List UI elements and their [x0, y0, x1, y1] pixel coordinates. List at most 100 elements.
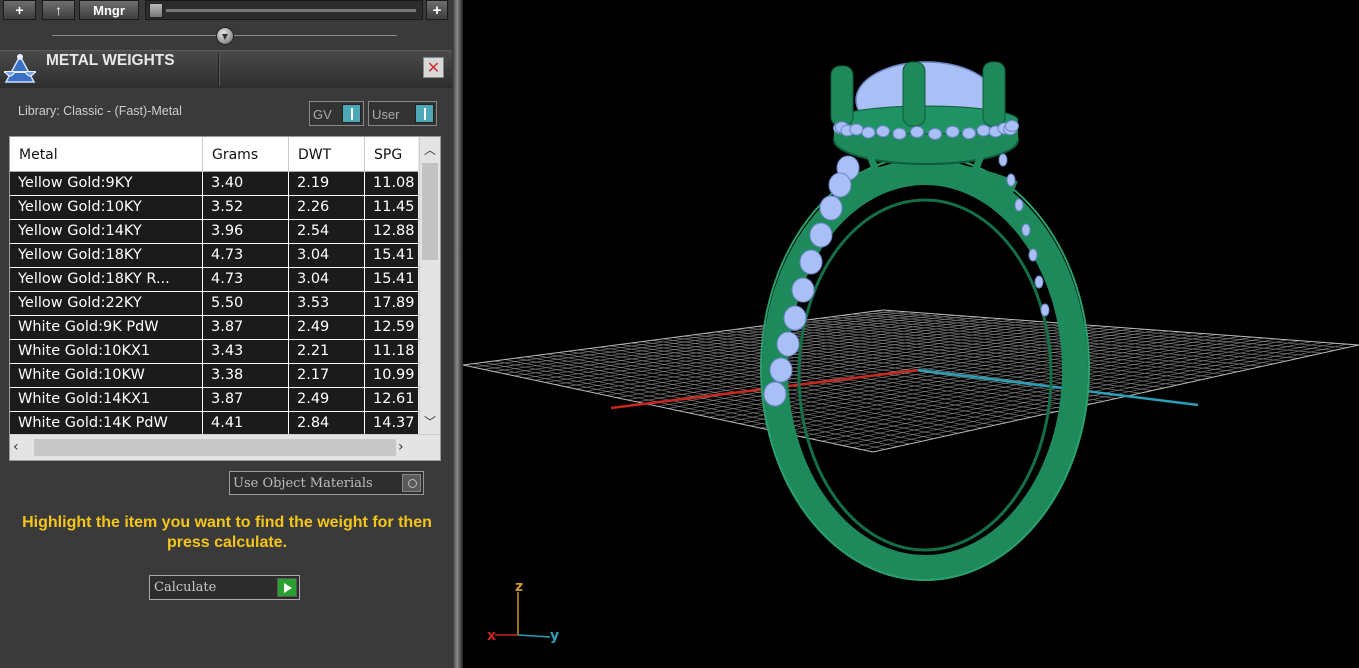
side-stone [1021, 223, 1031, 237]
side-stone [791, 277, 815, 303]
side-stone [783, 305, 807, 331]
slider-thumb[interactable] [149, 3, 163, 18]
table-row[interactable]: White Gold:10KX1 3.43 2.21 11.18 [10, 340, 418, 364]
cell-grams: 3.52 [203, 196, 289, 219]
gv-toggle[interactable]: GV [309, 101, 364, 126]
cell-dwt: 2.54 [289, 220, 365, 243]
collapse-knob-icon[interactable]: ▼ [216, 27, 234, 45]
vertical-scroll-thumb[interactable] [422, 163, 438, 260]
toggle-switch-icon[interactable] [342, 104, 361, 123]
use-object-materials-option[interactable]: Use Object Materials [229, 471, 424, 495]
close-icon[interactable]: ✕ [423, 57, 444, 78]
cell-dwt: 3.04 [289, 268, 365, 291]
column-header-metal[interactable]: Metal [10, 137, 203, 172]
table-body: Yellow Gold:9KY 3.40 2.19 11.08 Yellow Gold:… [10, 172, 418, 434]
side-stone [776, 331, 800, 357]
add-button[interactable]: + [3, 0, 36, 20]
table-row[interactable]: Yellow Gold:18KY R... 4.73 3.04 15.41 [10, 268, 418, 292]
cell-dwt: 2.17 [289, 364, 365, 387]
cell-metal: Yellow Gold:14KY [10, 220, 203, 243]
cell-metal: Yellow Gold:22KY [10, 292, 203, 315]
metal-weights-table: Metal Grams DWT SPG Yellow Gold:9KY 3.40 2… [9, 136, 441, 461]
cell-metal: White Gold:10KX1 [10, 340, 203, 363]
radio-icon[interactable] [402, 474, 421, 492]
cell-grams: 4.41 [203, 412, 289, 434]
table-row[interactable]: Yellow Gold:18KY 4.73 3.04 15.41 [10, 244, 418, 268]
library-label: Library: Classic - (Fast)-Metal [18, 104, 182, 118]
cell-grams: 3.96 [203, 220, 289, 243]
table-row[interactable]: White Gold:14KX1 3.87 2.49 12.61 [10, 388, 418, 412]
3d-viewport[interactable]: z x y [463, 0, 1359, 668]
cell-spg: 10.99 [373, 367, 415, 383]
table-row[interactable]: Yellow Gold:14KY 3.96 2.54 12.88 [10, 220, 418, 244]
cell-grams: 3.87 [203, 316, 289, 339]
panel-splitter[interactable] [452, 0, 463, 668]
column-header-dwt[interactable]: DWT [289, 137, 365, 172]
table-row[interactable]: Yellow Gold:22KY 5.50 3.53 17.89 [10, 292, 418, 316]
cell-dwt: 2.84 [289, 412, 365, 434]
side-stone [769, 357, 793, 383]
cell-grams: 3.38 [203, 364, 289, 387]
scene-canvas[interactable]: z x y [463, 0, 1359, 668]
cell-metal: Yellow Gold:18KY R... [10, 268, 203, 291]
play-arrow-icon[interactable] [277, 578, 297, 597]
horizontal-scrollbar[interactable]: ‹ › [10, 434, 440, 460]
cell-spg: 12.88 [373, 223, 415, 239]
calculate-label: Calculate [154, 580, 217, 595]
halo-stone [892, 127, 907, 140]
scroll-right-icon[interactable]: › [398, 439, 414, 455]
cell-dwt: 2.21 [289, 340, 365, 363]
toggle-switch-icon[interactable] [415, 104, 434, 123]
scroll-left-icon[interactable]: ‹ [13, 439, 29, 455]
cell-grams: 4.73 [203, 268, 289, 291]
column-header-spg[interactable]: SPG [365, 137, 418, 172]
metal-weights-panel: + ↑ Mngr + ▼ METAL WEIGHTS ✕ Library: Cl… [0, 0, 452, 668]
halo-stone [849, 123, 864, 136]
table-row[interactable]: White Gold:9K PdW 3.87 2.49 12.59 [10, 316, 418, 340]
manager-button[interactable]: Mngr [79, 0, 139, 20]
calculate-button[interactable]: Calculate [149, 575, 300, 600]
cell-dwt: 3.53 [289, 292, 365, 315]
side-stone [828, 172, 852, 198]
slider-track [166, 9, 416, 12]
prong [982, 61, 1006, 127]
column-header-grams[interactable]: Grams [203, 137, 289, 172]
side-stone [819, 195, 843, 221]
prong [902, 61, 926, 127]
scroll-down-icon[interactable]: ﹀ [422, 413, 438, 429]
horizontal-scroll-thumb[interactable] [34, 439, 396, 456]
gv-toggle-label: GV [313, 107, 332, 122]
table-row[interactable]: Yellow Gold:9KY 3.40 2.19 11.08 [10, 172, 418, 196]
table-row[interactable]: White Gold:14K PdW 4.41 2.84 14.37 [10, 412, 418, 434]
cell-spg: 11.18 [373, 343, 415, 359]
prong [830, 65, 854, 127]
cell-metal: White Gold:14K PdW [10, 412, 203, 434]
side-stone [998, 153, 1008, 167]
axis-gizmo: z x y [487, 579, 559, 644]
side-stone [1006, 173, 1016, 187]
ground-grid [463, 310, 1359, 452]
side-stone [1014, 198, 1024, 212]
halo-stone [962, 127, 976, 140]
user-toggle[interactable]: User [368, 101, 437, 126]
scroll-up-icon[interactable]: ︿ [422, 141, 438, 157]
vertical-scrollbar[interactable]: ︿ ﹀ [419, 137, 440, 434]
cell-dwt: 2.49 [289, 316, 365, 339]
top-slider[interactable] [145, 0, 423, 20]
cell-metal: Yellow Gold:9KY [10, 172, 203, 195]
table-header: Metal Grams DWT SPG [10, 137, 418, 172]
expand-button[interactable]: + [426, 0, 448, 20]
table-row[interactable]: White Gold:10KW 3.38 2.17 10.99 [10, 364, 418, 388]
cell-spg: 11.08 [373, 175, 415, 191]
ring-model[interactable] [760, 61, 1090, 581]
cell-spg: 15.41 [373, 247, 415, 263]
halo-stone [945, 125, 960, 138]
cell-grams: 3.87 [203, 388, 289, 411]
side-stone [809, 222, 833, 248]
cell-spg: 15.41 [373, 271, 415, 287]
cell-dwt: 2.26 [289, 196, 365, 219]
cell-grams: 5.50 [203, 292, 289, 315]
up-button[interactable]: ↑ [42, 0, 75, 20]
table-row[interactable]: Yellow Gold:10KY 3.52 2.26 11.45 [10, 196, 418, 220]
halo-stone [876, 125, 890, 138]
